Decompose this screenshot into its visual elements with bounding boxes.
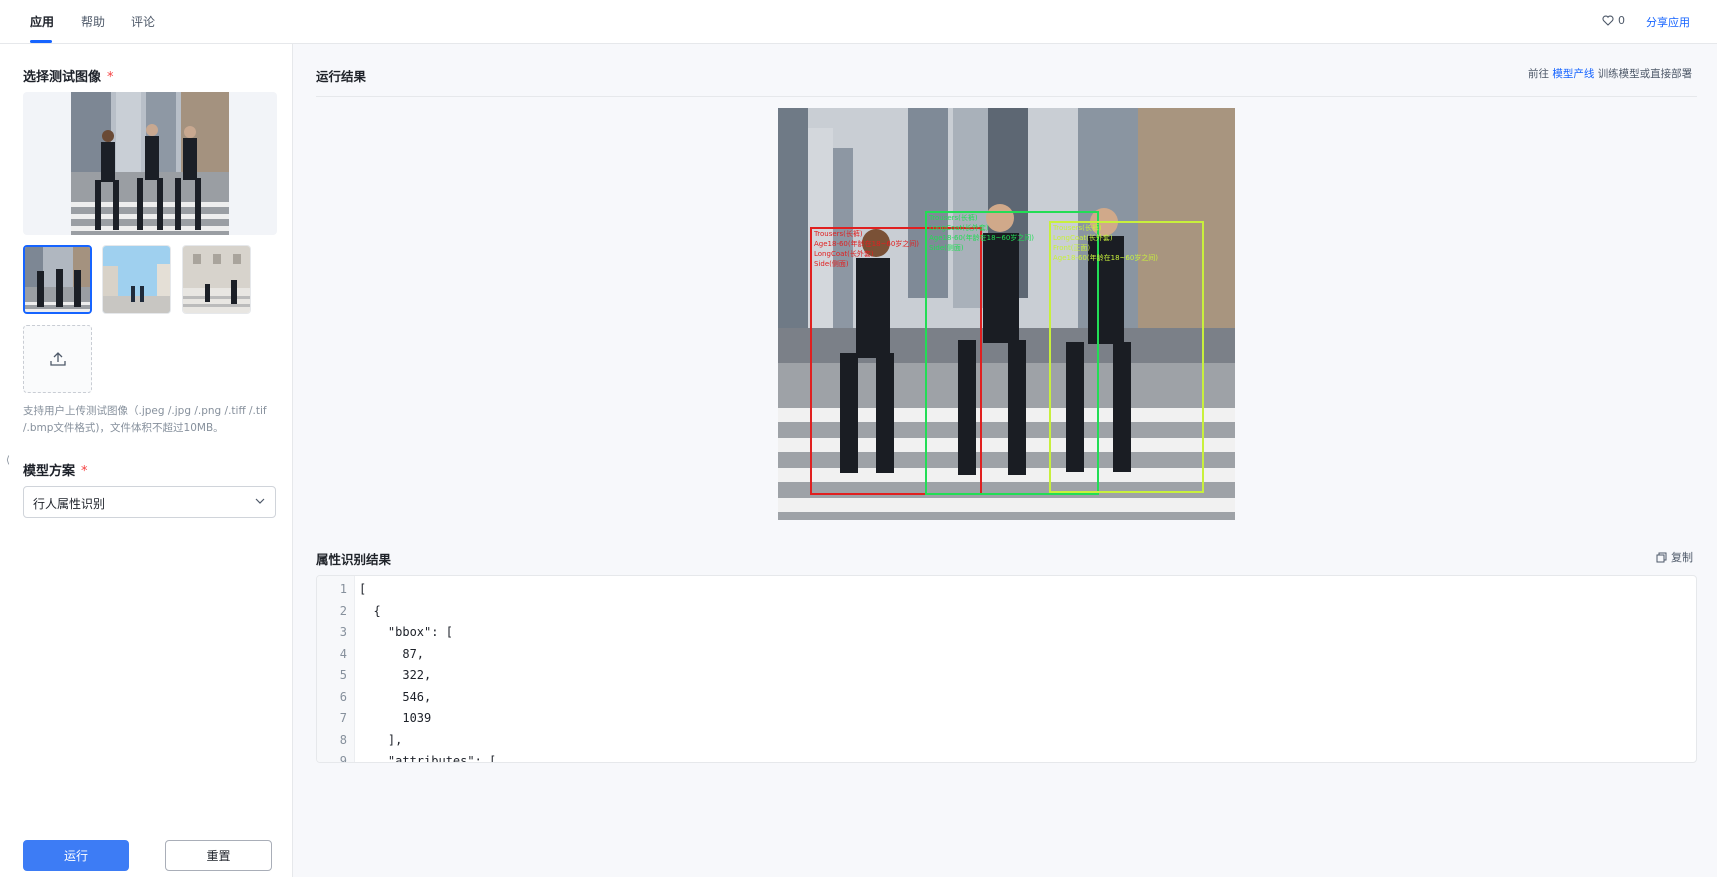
required-mark: * xyxy=(107,70,114,85)
line-number: 5 xyxy=(339,668,347,682)
like-button[interactable]: 0 xyxy=(1602,14,1625,27)
box-3-label-3: Front(正面) xyxy=(1053,244,1090,252)
code-line: [ xyxy=(359,582,367,596)
share-app-link[interactable]: 分享应用 xyxy=(1646,14,1690,30)
box-2-label-3: Age18-60(年龄在18~60岁之间) xyxy=(929,233,1034,242)
box-2-label-1: Trousers(长裤) xyxy=(928,213,978,222)
preview-photo xyxy=(71,92,229,235)
upload-hint: 支持用户上传测试图像（.jpeg /.jpg /.png /.tiff /.ti… xyxy=(23,405,267,434)
json-code-viewer[interactable]: 1 [2 {3 "bbox": [ 4 87, 5 322, 6 546, 7 1039 8… xyxy=(316,575,1697,763)
active-tab-indicator xyxy=(30,40,52,43)
line-number: 7 xyxy=(339,711,347,725)
code-line: 1039 xyxy=(359,711,432,725)
model-section-title: 模型方案 * xyxy=(23,460,88,479)
chevron-down-icon xyxy=(255,498,265,504)
thumbnail-image-1[interactable] xyxy=(23,245,92,314)
upload-icon xyxy=(49,352,66,366)
selected-image-preview xyxy=(23,92,277,235)
line-number: 8 xyxy=(339,732,347,747)
result-title: 运行结果 xyxy=(316,69,367,84)
collapse-panel-handle[interactable]: ⟨ xyxy=(6,455,10,466)
box-2-label-4: Side(侧面) xyxy=(929,243,964,252)
line-number: 3 xyxy=(339,625,347,639)
model-select[interactable]: 行人属性识别 xyxy=(23,486,276,518)
model-select-value: 行人属性识别 xyxy=(33,497,106,511)
tab-comments[interactable]: 评论 xyxy=(131,13,155,30)
code-line: 322, xyxy=(359,668,432,682)
top-nav-bar: 应用 帮助 评论 0 分享应用 xyxy=(0,0,1717,44)
copy-button[interactable]: 复制 xyxy=(1656,549,1693,565)
line-number: 6 xyxy=(339,689,347,704)
required-mark: * xyxy=(81,464,88,479)
model-pipeline-link[interactable]: 模型产线 xyxy=(1552,68,1594,80)
line-number: 9 xyxy=(339,754,347,763)
tab-app[interactable]: 应用 xyxy=(30,13,54,30)
thumbnail-image-3[interactable] xyxy=(182,245,251,314)
box-3-label-1: Trousers(长裤) xyxy=(1052,223,1102,232)
divider xyxy=(316,96,1697,97)
box-3-label-4: Age18-60(年龄在18~60岁之间) xyxy=(1053,253,1158,262)
code-line: 87, xyxy=(359,646,425,661)
result-image: Trousers(长裤) Age18-60(年龄在18~60岁之间) LongC… xyxy=(778,108,1235,520)
heart-icon xyxy=(1602,15,1614,26)
box-3-label-2: LongCoat(长外套) xyxy=(1053,233,1113,242)
reset-button[interactable]: 重置 xyxy=(165,840,272,871)
thumbnail-photo xyxy=(183,246,250,313)
line-number: 4 xyxy=(339,646,347,661)
line-number: 2 xyxy=(339,603,347,618)
left-panel: 选择测试图像 * 支持用户上传测试图像（.jpeg /.jpg /.png /.… xyxy=(0,44,293,877)
run-button[interactable]: 运行 xyxy=(23,840,129,871)
box-1-label-3: LongCoat(长外套) xyxy=(814,249,874,258)
thumbnail-photo xyxy=(25,247,90,312)
box-2-label-2: LongCoat(长外套) xyxy=(929,223,989,232)
image-section-label: 选择测试图像 xyxy=(23,70,102,85)
upload-image-button[interactable] xyxy=(23,325,92,393)
link-prefix: 前往 xyxy=(1528,68,1549,80)
attribute-result-title: 属性识别结果 xyxy=(316,552,392,567)
box-1-label-4: Side(侧面) xyxy=(814,259,849,268)
code-line: { xyxy=(359,603,381,618)
thumbnail-photo xyxy=(103,246,170,313)
tab-help[interactable]: 帮助 xyxy=(81,13,105,30)
box-1-label-2: Age18-60(年龄在18~60岁之间) xyxy=(814,239,919,248)
like-count: 0 xyxy=(1618,14,1625,27)
image-section-title: 选择测试图像 * xyxy=(23,66,114,85)
model-pipeline-hint: 前往 模型产线 训练模型或直接部署 xyxy=(1528,66,1692,81)
code-line: "bbox": [ xyxy=(359,625,453,639)
line-number: 1 xyxy=(339,582,347,596)
copy-label: 复制 xyxy=(1671,551,1693,564)
code-line: ], xyxy=(359,732,403,747)
thumbnail-image-2[interactable] xyxy=(102,245,171,314)
copy-icon xyxy=(1656,552,1667,562)
link-suffix: 训练模型或直接部署 xyxy=(1597,68,1693,80)
code-line: 546, xyxy=(359,689,432,704)
code-line: "attributes": [ xyxy=(359,754,497,763)
model-section-label: 模型方案 xyxy=(23,464,76,479)
box-1-label-1: Trousers(长裤) xyxy=(813,229,863,238)
